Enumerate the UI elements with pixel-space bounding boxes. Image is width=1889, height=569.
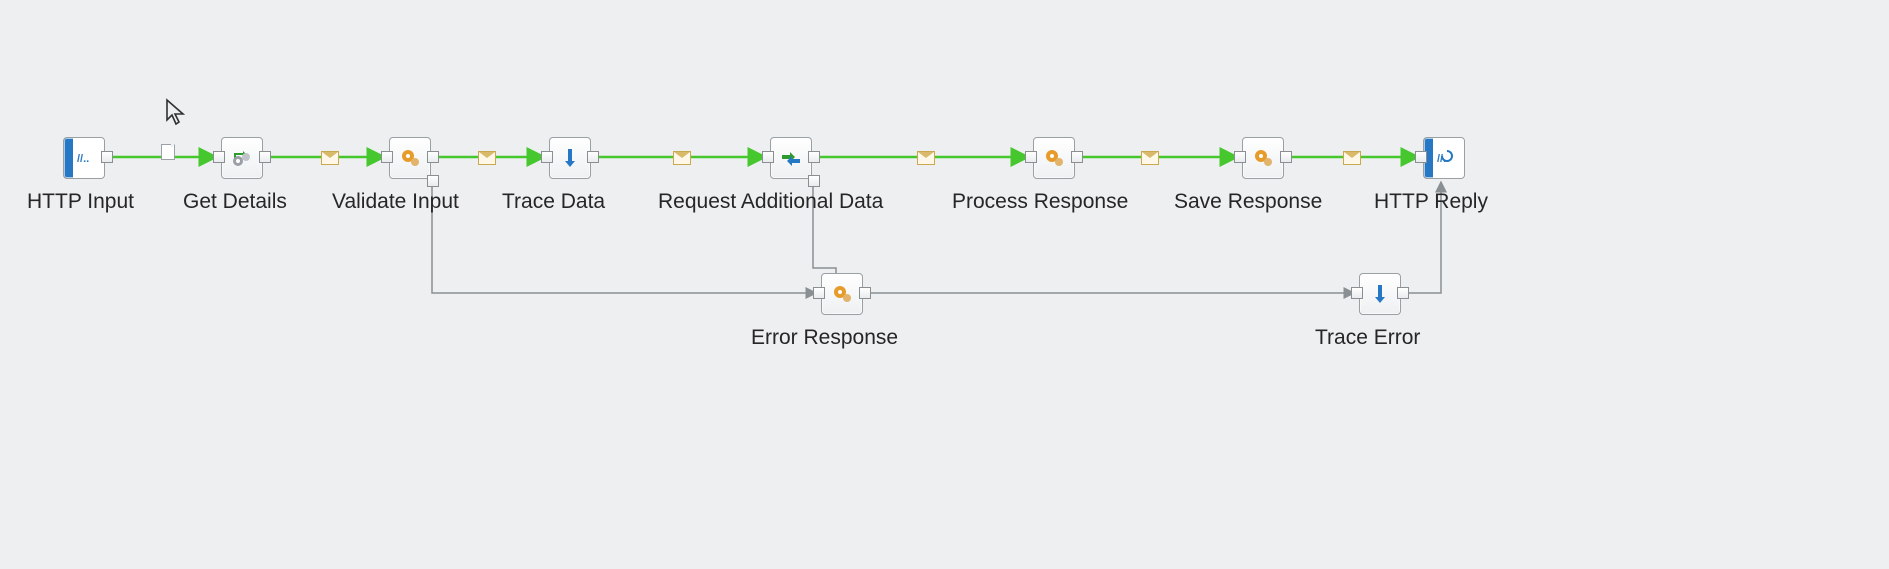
node-label: Process Response xyxy=(952,190,1128,214)
input-port[interactable] xyxy=(1234,151,1246,163)
node-label: Error Response xyxy=(751,326,898,350)
arrow-down-icon xyxy=(549,137,591,179)
input-port[interactable] xyxy=(1351,287,1363,299)
node-label: HTTP Input xyxy=(27,190,134,214)
node-trace-error[interactable] xyxy=(1359,273,1401,315)
flow-canvas[interactable]: //.. HTTP Input Get Details Validate Inp… xyxy=(0,0,1889,569)
envelope-icon xyxy=(478,151,496,165)
node-process-response[interactable] xyxy=(1033,137,1075,179)
output-port[interactable] xyxy=(587,151,599,163)
node-label: HTTP Reply xyxy=(1374,190,1488,214)
node-http-input[interactable]: //.. xyxy=(63,137,105,179)
node-label: Trace Error xyxy=(1315,326,1420,350)
output-port[interactable] xyxy=(859,287,871,299)
message-doc-icon xyxy=(161,144,175,160)
node-save-response[interactable] xyxy=(1242,137,1284,179)
output-port[interactable] xyxy=(101,151,113,163)
node-error-response[interactable] xyxy=(821,273,863,315)
fail-port[interactable] xyxy=(427,175,439,187)
envelope-icon xyxy=(917,151,935,165)
node-label: Get Details xyxy=(183,190,287,214)
output-port[interactable] xyxy=(427,151,439,163)
input-port[interactable] xyxy=(1025,151,1037,163)
node-request-additional-data[interactable] xyxy=(770,137,812,179)
node-validate-input[interactable] xyxy=(389,137,431,179)
http-reply-icon: //.. xyxy=(1423,137,1465,179)
mouse-cursor-icon xyxy=(165,98,187,132)
output-port[interactable] xyxy=(808,151,820,163)
node-http-reply[interactable]: //.. xyxy=(1423,137,1465,179)
gear-orange-icon xyxy=(1242,137,1284,179)
arrow-down-icon xyxy=(1359,273,1401,315)
output-port[interactable] xyxy=(1071,151,1083,163)
node-get-details[interactable] xyxy=(221,137,263,179)
input-port[interactable] xyxy=(541,151,553,163)
output-port[interactable] xyxy=(1280,151,1292,163)
gears-icon xyxy=(221,137,263,179)
input-port[interactable] xyxy=(1415,151,1427,163)
gear-orange-icon xyxy=(821,273,863,315)
node-label: Validate Input xyxy=(332,190,459,214)
gear-orange-icon xyxy=(1033,137,1075,179)
http-input-icon: //.. xyxy=(63,137,105,179)
envelope-icon xyxy=(321,151,339,165)
gear-orange-icon xyxy=(389,137,431,179)
svg-text://..: //.. xyxy=(77,153,89,165)
node-label: Request Additional Data xyxy=(658,190,883,214)
flow-wires xyxy=(0,0,1889,569)
node-trace-data[interactable] xyxy=(549,137,591,179)
node-label: Trace Data xyxy=(502,190,605,214)
output-port[interactable] xyxy=(259,151,271,163)
input-port[interactable] xyxy=(813,287,825,299)
input-port[interactable] xyxy=(762,151,774,163)
envelope-icon xyxy=(1343,151,1361,165)
arrows-icon xyxy=(770,137,812,179)
fail-port[interactable] xyxy=(808,175,820,187)
input-port[interactable] xyxy=(381,151,393,163)
envelope-icon xyxy=(1141,151,1159,165)
node-label: Save Response xyxy=(1174,190,1322,214)
input-port[interactable] xyxy=(213,151,225,163)
output-port[interactable] xyxy=(1397,287,1409,299)
envelope-icon xyxy=(673,151,691,165)
